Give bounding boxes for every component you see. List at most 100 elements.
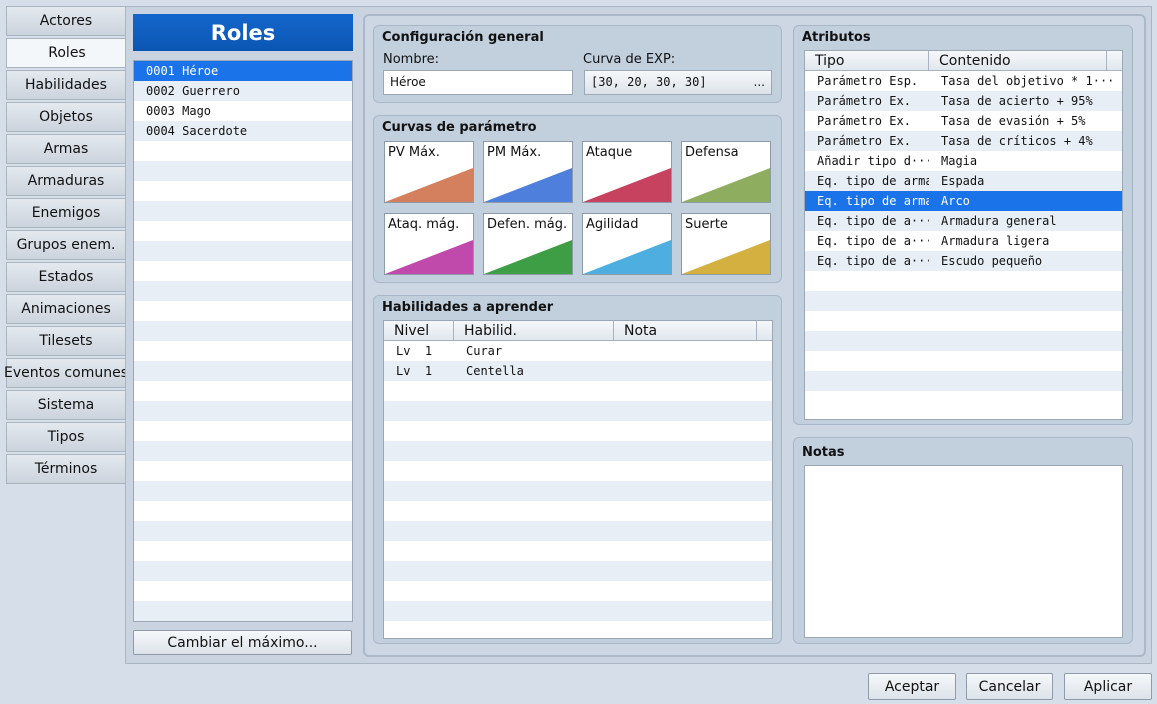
curve-tile-ataque[interactable]: Ataque: [582, 141, 672, 203]
trait-row[interactable]: Eq. tipo de arma Espada: [805, 171, 1122, 191]
trait-empty-row[interactable]: [805, 371, 1122, 391]
role-list-empty-row[interactable]: [134, 181, 352, 201]
skill-empty-row[interactable]: [384, 581, 772, 601]
role-list-empty-row[interactable]: [134, 201, 352, 221]
nav-tab-estados[interactable]: Estados: [6, 262, 126, 292]
skill-empty-row[interactable]: [384, 561, 772, 581]
roles-list[interactable]: 0001 Héroe 0002 Guerrero 0003 Mago 0004 Sac…: [133, 60, 353, 622]
role-list-empty-row[interactable]: [134, 301, 352, 321]
nav-tab-enemigos[interactable]: Enemigos: [6, 198, 126, 228]
trait-empty-row[interactable]: [805, 331, 1122, 351]
notes-textarea[interactable]: [804, 465, 1123, 638]
role-list-item[interactable]: 0004 Sacerdote: [134, 121, 352, 141]
trait-empty-row[interactable]: [805, 291, 1122, 311]
trait-row[interactable]: Eq. tipo de a··· Escudo pequeño: [805, 251, 1122, 271]
role-list-empty-row[interactable]: [134, 561, 352, 581]
role-list-empty-row[interactable]: [134, 461, 352, 481]
curve-tile-suerte[interactable]: Suerte: [681, 213, 771, 275]
ellipsis-icon[interactable]: ...: [754, 71, 765, 94]
trait-row[interactable]: Eq. tipo de a··· Armadura general: [805, 211, 1122, 231]
trait-empty-row[interactable]: [805, 391, 1122, 411]
nav-tab-actores[interactable]: Actores: [6, 6, 126, 36]
nav-tab-grupos-enem[interactable]: Grupos enem.: [6, 230, 126, 260]
skill-row[interactable]: Lv 1 Centella: [384, 361, 772, 381]
exp-curve-field[interactable]: [30, 20, 30, 30] ...: [584, 70, 772, 95]
column-header-content[interactable]: Contenido: [929, 51, 1107, 71]
nav-tab-terminos[interactable]: Términos: [6, 454, 126, 484]
curve-tile-defensa[interactable]: Defensa: [681, 141, 771, 203]
trait-empty-row[interactable]: [805, 311, 1122, 331]
skill-empty-row[interactable]: [384, 381, 772, 401]
role-list-empty-row[interactable]: [134, 141, 352, 161]
name-input[interactable]: Héroe: [383, 70, 573, 95]
change-max-button[interactable]: Cambiar el máximo...: [133, 630, 352, 655]
accept-button[interactable]: Aceptar: [868, 673, 956, 700]
role-list-empty-row[interactable]: [134, 241, 352, 261]
nav-tab-eventos-comunes[interactable]: Eventos comunes: [4, 358, 128, 388]
role-list-empty-row[interactable]: [134, 421, 352, 441]
trait-empty-row[interactable]: [805, 271, 1122, 291]
role-list-empty-row[interactable]: [134, 221, 352, 241]
trait-row[interactable]: Eq. tipo de arma Arco: [805, 191, 1122, 211]
apply-button[interactable]: Aplicar: [1064, 673, 1152, 700]
skill-empty-row[interactable]: [384, 421, 772, 441]
trait-row[interactable]: Parámetro Ex. Tasa de acierto + 95%: [805, 91, 1122, 111]
nav-tab-armaduras[interactable]: Armaduras: [6, 166, 126, 196]
role-list-empty-row[interactable]: [134, 581, 352, 601]
nav-tab-label: Actores: [39, 13, 93, 29]
role-list-empty-row[interactable]: [134, 541, 352, 561]
curve-tile-pv-max[interactable]: PV Máx.: [384, 141, 474, 203]
column-header-type[interactable]: Tipo: [805, 51, 929, 71]
column-header-skill[interactable]: Habilid.: [454, 321, 614, 341]
skill-empty-row[interactable]: [384, 501, 772, 521]
cancel-button[interactable]: Cancelar: [966, 673, 1053, 700]
trait-row[interactable]: Parámetro Ex. Tasa de evasión + 5%: [805, 111, 1122, 131]
trait-row[interactable]: Eq. tipo de a··· Armadura ligera: [805, 231, 1122, 251]
column-header-level[interactable]: Nivel: [384, 321, 454, 341]
trait-row[interactable]: Añadir tipo d··· Magia: [805, 151, 1122, 171]
role-list-item[interactable]: 0003 Mago: [134, 101, 352, 121]
skill-row[interactable]: Lv 1 Curar: [384, 341, 772, 361]
role-list-empty-row[interactable]: [134, 401, 352, 421]
role-list-empty-row[interactable]: [134, 601, 352, 621]
skill-empty-row[interactable]: [384, 461, 772, 481]
skill-empty-row[interactable]: [384, 521, 772, 541]
role-list-empty-row[interactable]: [134, 281, 352, 301]
curve-tile-pm-max[interactable]: PM Máx.: [483, 141, 573, 203]
skills-grid[interactable]: Nivel Habilid. Nota Lv 1 Curar Lv 1 Centell…: [383, 320, 773, 639]
nav-tab-tipos[interactable]: Tipos: [6, 422, 126, 452]
skill-empty-row[interactable]: [384, 441, 772, 461]
role-list-empty-row[interactable]: [134, 321, 352, 341]
trait-content-cell: Tasa de críticos + 4%: [941, 134, 1093, 148]
skill-empty-row[interactable]: [384, 481, 772, 501]
nav-tab-habilidades[interactable]: Habilidades: [6, 70, 126, 100]
skill-empty-row[interactable]: [384, 601, 772, 621]
nav-tab-armas[interactable]: Armas: [6, 134, 126, 164]
role-list-empty-row[interactable]: [134, 361, 352, 381]
skill-empty-row[interactable]: [384, 401, 772, 421]
role-list-empty-row[interactable]: [134, 441, 352, 461]
nav-tab-animaciones[interactable]: Animaciones: [6, 294, 126, 324]
role-list-empty-row[interactable]: [134, 501, 352, 521]
curve-tile-ataq-mag[interactable]: Ataq. mág.: [384, 213, 474, 275]
skill-empty-row[interactable]: [384, 541, 772, 561]
role-list-empty-row[interactable]: [134, 341, 352, 361]
trait-empty-row[interactable]: [805, 351, 1122, 371]
column-header-note[interactable]: Nota: [614, 321, 757, 341]
role-list-empty-row[interactable]: [134, 381, 352, 401]
curve-tile-defen-mag[interactable]: Defen. mág.: [483, 213, 573, 275]
nav-tab-tilesets[interactable]: Tilesets: [6, 326, 126, 356]
curve-tile-agilidad[interactable]: Agilidad: [582, 213, 672, 275]
role-list-item[interactable]: 0002 Guerrero: [134, 81, 352, 101]
traits-grid[interactable]: Tipo Contenido Parámetro Esp. Tasa del ob…: [804, 50, 1123, 420]
trait-row[interactable]: Parámetro Esp. Tasa del objetivo * 1···: [805, 71, 1122, 91]
role-list-empty-row[interactable]: [134, 261, 352, 281]
role-list-empty-row[interactable]: [134, 481, 352, 501]
role-list-item[interactable]: 0001 Héroe: [134, 61, 352, 81]
nav-tab-sistema[interactable]: Sistema: [6, 390, 126, 420]
nav-tab-objetos[interactable]: Objetos: [6, 102, 126, 132]
role-list-empty-row[interactable]: [134, 161, 352, 181]
role-list-empty-row[interactable]: [134, 521, 352, 541]
trait-row[interactable]: Parámetro Ex. Tasa de críticos + 4%: [805, 131, 1122, 151]
nav-tab-roles[interactable]: Roles: [6, 38, 127, 68]
